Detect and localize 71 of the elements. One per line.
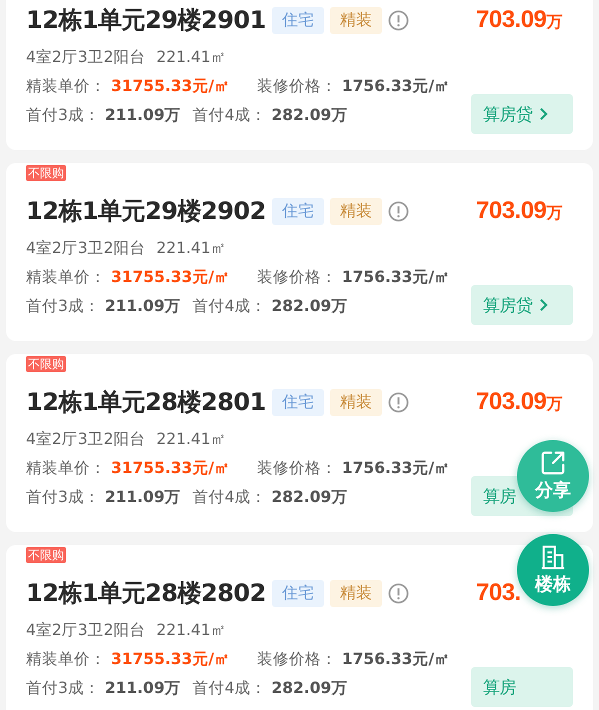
floor-area: 221.41㎡ [156,621,227,639]
unit-tag: 住宅 [272,6,324,34]
down-payment-value: 211.09万 [104,106,181,124]
down-payment-value: 282.09万 [271,488,348,506]
info-icon[interactable] [388,200,409,222]
down-payment-value: 211.09万 [104,679,181,697]
unit-title: 12栋1单元28楼2802 [26,578,266,609]
down-payment-value: 211.09万 [104,488,181,506]
unit-title: 12栋1单元29楼2901 [26,5,266,36]
decor-price-value: 1756.33元/㎡ [342,77,450,95]
down-payment-label: 首付4成： [192,488,267,506]
unit-price-label: 精装单价： [26,268,106,286]
unit-tag: 住宅 [272,580,324,606]
info-icon[interactable] [388,10,409,30]
mortgage-calculator-button[interactable]: 算房 [471,667,573,707]
decor-price-label: 装修价格： [256,77,337,95]
purchase-limit-badge: 不限购 [26,165,66,181]
unit-title: 12栋1单元29楼2902 [26,196,266,227]
unit-price-value: 31755.33元/㎡ [110,650,230,668]
down-payment-label: 首付4成： [192,106,267,124]
decor-price-value: 1756.33元/㎡ [342,650,450,668]
total-price: 703.09万 [476,197,562,225]
down-payment-value: 282.09万 [271,297,348,315]
unit-tag: 住宅 [272,388,324,416]
down-payment-label: 首付3成： [26,488,100,506]
unit-price-value: 31755.33元/㎡ [110,77,230,95]
decor-price-label: 装修价格： [256,459,337,477]
room-layout: 4室2厅3卫2阳台 [26,430,146,448]
down-payment-label: 首付4成： [192,679,267,697]
unit-card[interactable]: 12栋1单元29楼2901 住宅 精装 703.09万 4室2厅3卫2阳台 221.41㎡ 精装单价： 31755.33元/㎡ 装修价格： 1756.33元/㎡ 首付3成： 211.09万 首付4成： 282.09万 算房贷 [6,0,593,150]
unit-price-label: 精装单价： [26,459,106,477]
unit-price-label: 精装单价： [26,77,106,95]
down-payment-label: 首付3成： [26,679,100,697]
floor-area: 221.41㎡ [156,239,227,257]
total-price: 703.09万 [476,6,562,34]
unit-price-value: 31755.33元/㎡ [110,268,230,286]
room-layout: 4室2厅3卫2阳台 [26,621,146,639]
mortgage-calculator-button[interactable]: 算房贷 [471,285,573,325]
decor-price-label: 装修价格： [256,268,337,286]
unit-tag: 精装 [330,580,382,606]
unit-tag: 精装 [330,6,382,34]
floor-area: 221.41㎡ [156,430,227,448]
unit-tag: 住宅 [272,198,324,224]
decor-price-value: 1756.33元/㎡ [342,268,450,286]
total-price: 703.09万 [476,388,562,416]
unit-tag: 精装 [330,388,382,416]
unit-tag: 精装 [330,198,382,224]
down-payment-label: 首付4成： [192,297,267,315]
purchase-limit-badge: 不限购 [26,547,66,563]
unit-price-value: 31755.33元/㎡ [110,459,230,477]
info-icon[interactable] [388,582,409,604]
down-payment-value: 282.09万 [271,106,348,124]
down-payment-label: 首付3成： [26,106,100,124]
down-payment-label: 首付3成： [26,297,100,315]
purchase-limit-badge: 不限购 [26,356,66,372]
unit-price-label: 精装单价： [26,650,106,668]
unit-title: 12栋1单元28楼2801 [26,387,266,418]
room-layout: 4室2厅3卫2阳台 [26,239,146,257]
info-icon[interactable] [388,392,409,412]
building-icon [540,544,566,570]
down-payment-value: 282.09万 [271,679,348,697]
chevron-right-icon [538,107,548,121]
floor-area: 221.41㎡ [156,48,227,66]
unit-card[interactable]: 不限购 12栋1单元29楼2902 住宅 精装 703.09万 4室2厅3卫2阳台 221.41㎡ 精装单价： 31755.33元/㎡ 装修价格： 1756.33元/㎡ 首付3成： 211.09万 首付4成： 282.09万 算房贷 [6,163,593,341]
share-icon [540,450,566,476]
decor-price-label: 装修价格： [256,650,337,668]
mortgage-calculator-button[interactable]: 算房贷 [471,94,573,134]
down-payment-value: 211.09万 [104,297,181,315]
room-layout: 4室2厅3卫2阳台 [26,48,146,66]
chevron-right-icon [538,298,548,312]
decor-price-value: 1756.33元/㎡ [342,459,450,477]
